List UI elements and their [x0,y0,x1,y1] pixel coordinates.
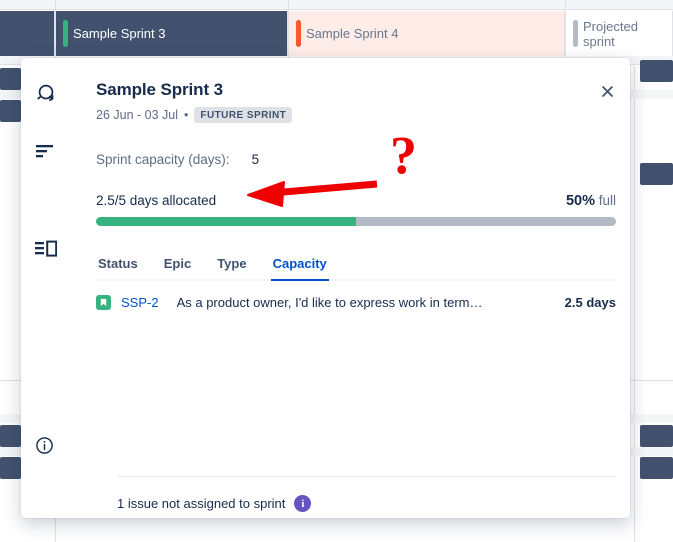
issue-summary: As a product owner, I'd like to express … [176,295,483,310]
allocation-percent-group: 50% full [566,193,616,209]
timeline-bar[interactable] [0,100,21,122]
allocation-text: 2.5/5 days allocated [96,193,217,208]
sprint-marker-bar [573,20,578,47]
issue-capacity-value: 2.5 days [564,295,616,310]
sprint-capacity-value: 5 [251,152,260,167]
dialog-icon-rail [21,58,79,518]
footer-divider [117,476,616,477]
timeline-bar[interactable] [640,457,673,479]
sprint-column-projected-sprint[interactable]: Projected sprint [565,11,673,56]
allocation-row: 2.5/5 days allocated 50% full [96,193,616,209]
sprint-header-strip: Sample Sprint 3 Sample Sprint 4 Projecte… [0,11,673,56]
timeline-bar[interactable] [640,425,673,447]
sprint-meta: 26 Jun - 03 Jul • FUTURE SPRINT [96,107,616,123]
timeline-gridline [565,0,566,66]
sprint-marker-bar [296,20,301,47]
unassigned-issues-text: 1 issue not assigned to sprint [117,496,286,511]
allocation-percent: 50% [565,193,595,209]
tab-capacity[interactable]: Capacity [270,252,330,281]
timeline-gridline [55,0,56,66]
sprint-column-left-edge [0,11,55,56]
screen: Sample Sprint 3 Sample Sprint 4 Projecte… [0,0,673,542]
sprint-column-label: Projected sprint [583,18,638,49]
sprint-column-label: Sample Sprint 4 [306,26,399,41]
unassigned-issues-note: 1 issue not assigned to sprint i [117,495,312,512]
sprint-column-sample-sprint-4[interactable]: Sample Sprint 4 [288,11,565,56]
info-badge-icon[interactable]: i [294,495,312,512]
timeline-bar[interactable] [0,457,21,479]
timeline-bar[interactable] [640,60,673,82]
sprint-capacity-label: Sprint capacity (days): [96,152,230,167]
sprint-column-label: Sample Sprint 3 [73,26,166,41]
sprint-date-range: 26 Jun - 03 Jul [96,108,178,122]
issue-key-link[interactable]: SSP-2 [121,295,159,310]
list-item[interactable]: SSP-2 As a product owner, I'd like to ex… [96,295,616,310]
capacity-progress-bar [96,217,616,226]
dialog-content: Sample Sprint 3 26 Jun - 03 Jul • FUTURE… [96,58,616,310]
timeline-bar[interactable] [0,68,21,90]
sprint-marker-bar [63,20,68,47]
sprint-details-dialog: Sample Sprint 3 26 Jun - 03 Jul • FUTURE… [21,58,630,518]
timeline-top-strip [0,0,673,10]
page-title: Sample Sprint 3 [96,80,223,99]
meta-separator: • [184,108,189,122]
tab-epic[interactable]: Epic [162,252,193,279]
timeline-bar[interactable] [640,163,673,185]
status-badge: FUTURE SPRINT [194,107,293,123]
breakdown-tabs: Status Epic Type Capacity [96,252,616,281]
capacity-progress-fill [96,217,356,226]
capacity-bars-icon [35,143,55,159]
allocation-percent-suffix: full [598,193,616,208]
sprint-column-sample-sprint-3[interactable]: Sample Sprint 3 [55,11,288,56]
tab-type[interactable]: Type [215,252,248,279]
issue-list-icon [35,240,57,258]
timeline-gridline [634,66,635,542]
sprint-icon [35,82,57,104]
timeline-bar[interactable] [0,425,21,447]
info-circle-icon [35,436,54,455]
timeline-gridline [288,0,289,66]
tab-status[interactable]: Status [96,252,140,279]
sprint-capacity-row: Sprint capacity (days): 5 [96,152,616,167]
story-icon [96,295,111,310]
